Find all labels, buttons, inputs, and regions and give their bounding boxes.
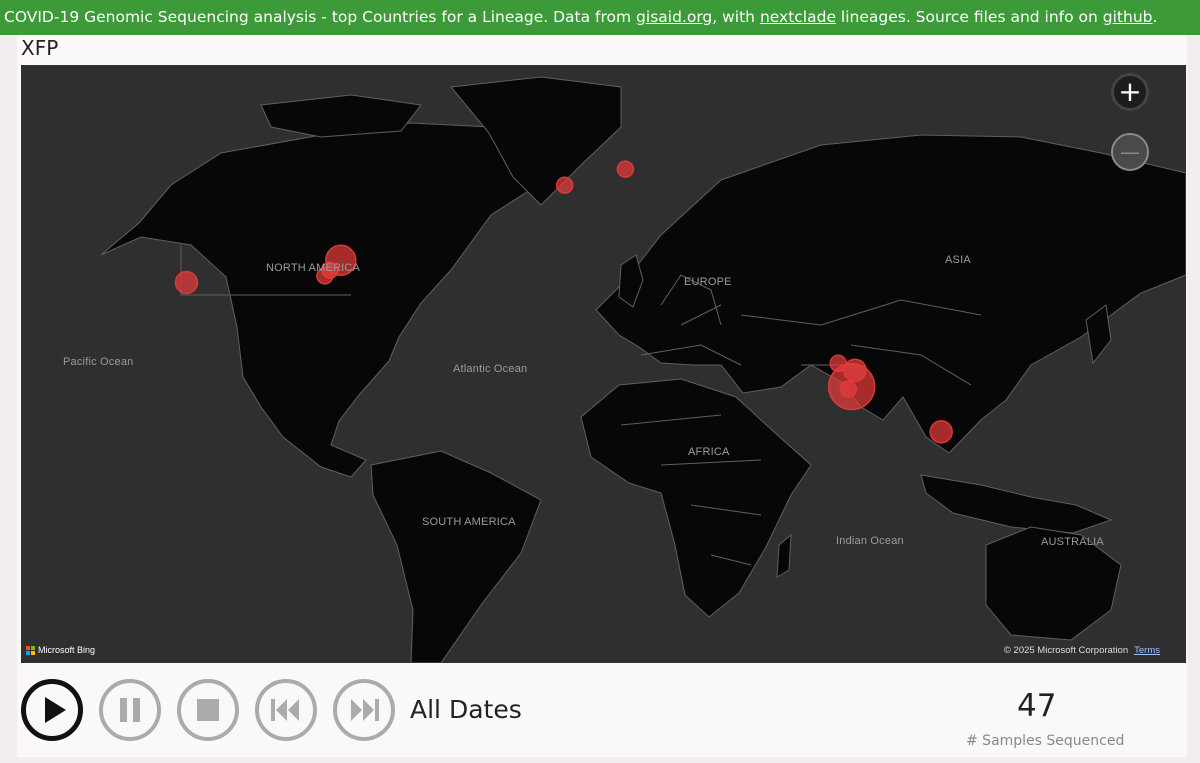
arctic-islands bbox=[260, 94, 422, 138]
zoom-out-button[interactable]: — bbox=[1111, 133, 1149, 171]
lineage-title: XFP bbox=[21, 36, 59, 60]
world-map[interactable]: NORTH AMERICA Pacific Ocean Atlantic Oce… bbox=[21, 65, 1186, 663]
skip-back-icon bbox=[271, 699, 299, 721]
header-text-prefix: COVID-19 Genomic Sequencing analysis - t… bbox=[4, 8, 637, 26]
pause-button[interactable] bbox=[99, 679, 161, 741]
next-button[interactable] bbox=[333, 679, 395, 741]
label-asia: ASIA bbox=[945, 254, 971, 266]
samples-label: # Samples Sequenced bbox=[966, 733, 1125, 749]
label-pacific-ocean: Pacific Ocean bbox=[63, 356, 134, 368]
previous-button[interactable] bbox=[255, 679, 317, 741]
zoom-in-button[interactable]: + bbox=[1111, 73, 1149, 111]
plus-icon: + bbox=[1118, 75, 1142, 108]
label-australia: AUSTRALIA bbox=[1041, 536, 1104, 548]
header-text-end: . bbox=[1152, 8, 1158, 26]
north-america-landmass bbox=[100, 122, 567, 478]
github-link[interactable]: github bbox=[1103, 8, 1153, 26]
bubble-karnataka[interactable] bbox=[839, 380, 858, 398]
attribution-text: Microsoft Bing bbox=[38, 645, 96, 655]
indonesia-landmass bbox=[920, 474, 1113, 534]
play-icon bbox=[45, 697, 66, 723]
bubble-denmark[interactable] bbox=[616, 160, 635, 178]
map-copyright: © 2025 Microsoft Corporation Terms bbox=[1004, 645, 1160, 656]
south-america-landmass bbox=[370, 450, 542, 663]
header-banner: COVID-19 Genomic Sequencing analysis - t… bbox=[0, 0, 1200, 35]
label-south-america: SOUTH AMERICA bbox=[422, 516, 516, 528]
copyright-text: © 2025 Microsoft Corporation bbox=[1003, 645, 1129, 656]
bubble-ireland[interactable] bbox=[555, 176, 574, 194]
header-text-after: lineages. Source files and info on bbox=[835, 8, 1103, 26]
bubble-singapore[interactable] bbox=[929, 420, 953, 444]
play-button[interactable] bbox=[21, 679, 83, 741]
stop-button[interactable] bbox=[177, 679, 239, 741]
bubble-maharashtra[interactable] bbox=[829, 354, 847, 373]
samples-count: 47 bbox=[1017, 688, 1057, 724]
label-europe: EUROPE bbox=[684, 276, 732, 288]
label-indian-ocean: Indian Ocean bbox=[836, 535, 904, 547]
date-label: All Dates bbox=[410, 695, 522, 724]
minus-icon: — bbox=[1120, 140, 1140, 164]
gisaid-link[interactable]: gisaid.org bbox=[636, 8, 712, 26]
nextclade-link[interactable]: nextclade bbox=[760, 8, 836, 26]
africa-landmass bbox=[580, 378, 812, 618]
bubble-telangana[interactable] bbox=[843, 358, 867, 382]
madagascar-landmass bbox=[776, 533, 792, 578]
label-africa: AFRICA bbox=[688, 446, 730, 458]
label-north-america: NORTH AMERICA bbox=[266, 262, 361, 274]
label-atlantic-ocean: Atlantic Ocean bbox=[453, 363, 528, 375]
map-canvas bbox=[100, 76, 1186, 663]
bing-attribution: Microsoft Bing bbox=[26, 645, 95, 655]
stop-icon bbox=[197, 699, 219, 721]
header-text-middle: , with bbox=[712, 8, 760, 26]
bubble-california[interactable] bbox=[174, 270, 199, 295]
microsoft-logo-icon bbox=[26, 645, 35, 655]
skip-forward-icon bbox=[351, 699, 379, 721]
terms-link[interactable]: Terms bbox=[1134, 645, 1160, 656]
pause-icon bbox=[120, 698, 140, 722]
